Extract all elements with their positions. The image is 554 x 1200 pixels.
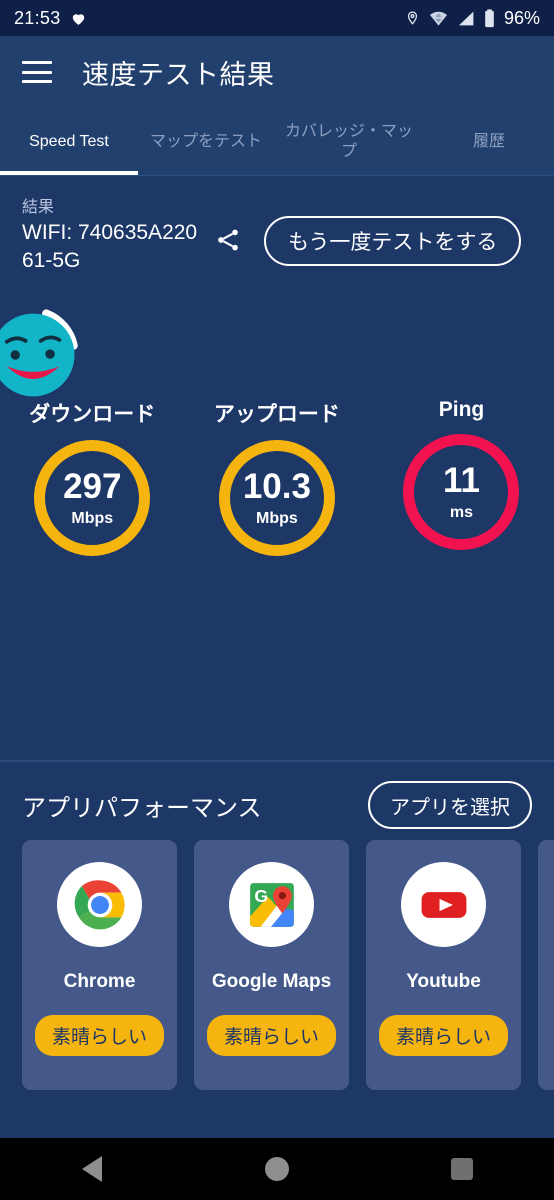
back-icon[interactable] <box>56 1138 128 1200</box>
recents-icon[interactable] <box>426 1138 498 1200</box>
result-label: 結果 <box>22 199 55 216</box>
location-pin-icon <box>407 11 418 25</box>
result-header: 結果 WIFI: 740635A22061-5G もう一度テストをする <box>0 196 554 275</box>
svg-text:G: G <box>254 885 268 905</box>
page-title: 速度テスト結果 <box>82 59 275 90</box>
app-performance-title: アプリパフォーマンス <box>22 794 262 822</box>
app-card-youtube-rating: 素晴らしい <box>378 1015 508 1056</box>
tab-coverage-map[interactable]: カバレッジ・マップ <box>274 108 424 175</box>
gauge-upload-value: 10.3 <box>242 466 311 506</box>
tab-bar: Speed Test マップをテスト カバレッジ・マップ 履歴 <box>0 108 554 176</box>
tab-speed-test[interactable]: Speed Test <box>0 108 138 175</box>
gauge-upload-ring: 10.3 Mbps <box>218 440 335 556</box>
battery-percent-label: 96% <box>503 7 540 28</box>
gauge-ping-ring: 11 ms <box>403 434 520 550</box>
happy-face-mascot <box>0 309 78 397</box>
battery-icon <box>485 8 494 27</box>
retest-button[interactable]: もう一度テストをする <box>264 216 522 266</box>
home-icon[interactable] <box>241 1138 313 1200</box>
app-performance-header: アプリパフォーマンス アプリを選択 <box>0 778 554 832</box>
app-card-google-maps[interactable]: G Google Maps 素晴らしい <box>194 840 349 1090</box>
status-bar: 21:53 96% <box>0 0 554 36</box>
gauge-upload-unit: Mbps <box>256 509 298 527</box>
heart-icon <box>72 13 84 25</box>
tab-map-test[interactable]: マップをテスト <box>138 108 274 175</box>
app-card-chrome[interactable]: Chrome 素晴らしい <box>22 840 177 1090</box>
gauge-upload-label: アップロード <box>213 403 340 426</box>
tab-history[interactable]: 履歴 <box>424 108 554 175</box>
result-ssid: WIFI: 740635A22061-5G <box>22 221 198 272</box>
cellular-signal-icon <box>458 11 474 25</box>
gauge-download-ring: 297 Mbps <box>34 440 151 556</box>
result-text-block: 結果 WIFI: 740635A22061-5G <box>22 196 202 275</box>
app-card-google-maps-rating: 素晴らしい <box>206 1015 336 1056</box>
status-bar-right: 96% <box>405 8 540 29</box>
app-card-chrome-name: Chrome <box>63 971 136 992</box>
gauge-download-unit: Mbps <box>71 509 114 527</box>
app-card-youtube-name: Youtube <box>406 971 481 992</box>
status-bar-clock: 21:53 <box>14 7 61 28</box>
google-maps-icon: G <box>229 862 314 947</box>
app-performance-card-list[interactable]: Chrome 素晴らしい G Google Maps 素晴らしい Youtube… <box>22 840 554 1090</box>
gauge-download: ダウンロード 297 Mbps <box>0 398 185 556</box>
gauge-ping-value: 11 <box>442 460 480 500</box>
share-icon[interactable] <box>206 218 250 262</box>
speed-gauges: ダウンロード 297 Mbps アップロード 10.3 Mbps Ping 11… <box>0 398 554 556</box>
gauge-upload: アップロード 10.3 Mbps <box>185 398 370 556</box>
status-bar-left: 21:53 <box>14 8 87 29</box>
gauge-ping-label: Ping <box>438 398 485 421</box>
gauge-download-value: 297 <box>63 466 122 506</box>
section-divider <box>0 760 554 762</box>
android-nav-bar <box>0 1138 554 1200</box>
chrome-icon <box>57 862 142 947</box>
app-card-google-maps-name: Google Maps <box>211 971 332 992</box>
app-card-chrome-rating: 素晴らしい <box>34 1015 164 1056</box>
app-card-next-partial[interactable] <box>538 840 554 1090</box>
hamburger-menu-icon[interactable] <box>22 61 52 83</box>
gauge-ping: Ping 11 ms <box>369 398 554 556</box>
wifi-icon <box>429 11 447 26</box>
select-app-button[interactable]: アプリを選択 <box>368 781 532 829</box>
gauge-download-label: ダウンロード <box>29 403 156 426</box>
app-bar: 速度テスト結果 <box>0 36 554 108</box>
youtube-icon <box>401 862 486 947</box>
gauge-ping-unit: ms <box>449 503 474 521</box>
app-card-youtube[interactable]: Youtube 素晴らしい <box>366 840 521 1090</box>
app-root: 21:53 96% 速度テスト結果 Speed Test マップをテスト カバレ… <box>0 0 554 1200</box>
